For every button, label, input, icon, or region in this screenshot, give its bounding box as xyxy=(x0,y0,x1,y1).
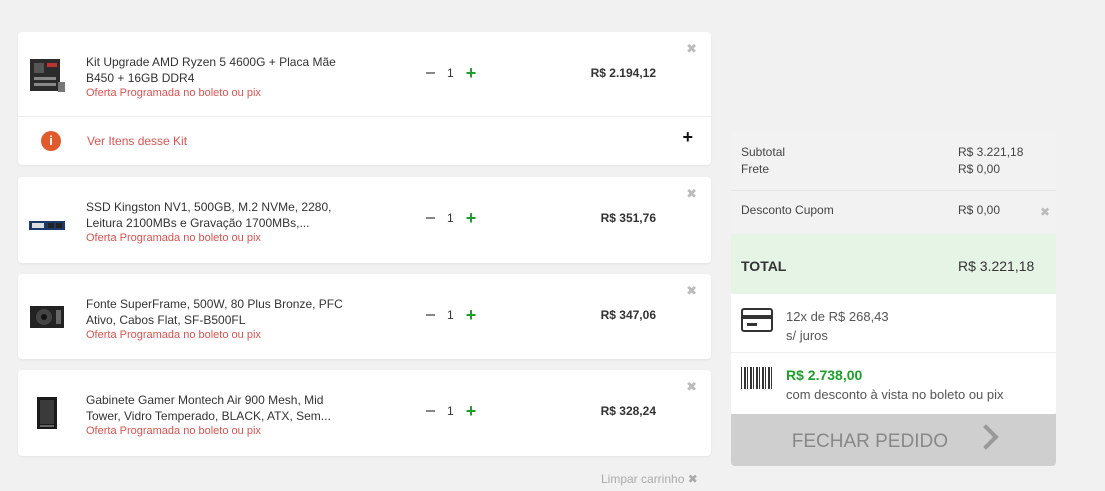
subtotal-label: Subtotal xyxy=(741,145,786,159)
subtotal-section: Subtotal R$ 3.221,18 Frete R$ 0,00 xyxy=(731,132,1056,191)
frete-value: R$ 0,00 xyxy=(958,162,1001,176)
barcode-icon xyxy=(741,367,773,389)
cart-item-card-kit: Kit Upgrade AMD Ryzen 5 4600G + Placa Mã… xyxy=(18,32,711,165)
remove-item-button[interactable]: ✖ xyxy=(686,41,697,57)
item-price: R$ 351,76 xyxy=(600,211,656,225)
quantity-value: 1 xyxy=(447,308,454,322)
item-price: R$ 328,24 xyxy=(600,404,656,418)
clear-cart-icon: ✖ xyxy=(687,472,698,486)
coupon-section: Desconto Cupom R$ 0,00 ✖ xyxy=(731,191,1056,234)
installments-line: 12x de R$ 268,43 xyxy=(786,309,889,324)
pc-case-icon xyxy=(37,397,57,429)
item-name[interactable]: Gabinete Gamer Montech Air 900 Mesh, Mid… xyxy=(86,392,356,424)
installments-option: 12x de R$ 268,43 s/ juros xyxy=(731,294,1056,353)
pix-price: R$ 2.738,00 xyxy=(786,367,863,383)
increase-quantity-button[interactable]: + xyxy=(466,306,477,324)
increase-quantity-button[interactable]: + xyxy=(466,402,477,420)
checkout-button[interactable]: FECHAR PEDIDO xyxy=(731,414,1056,466)
cart-item-card: SSD Kingston NV1, 500GB, M.2 NVMe, 2280,… xyxy=(18,177,711,263)
clear-cart-link[interactable]: Limpar carrinho ✖ xyxy=(601,472,698,486)
cart-item-row: SSD Kingston NV1, 500GB, M.2 NVMe, 2280,… xyxy=(18,177,711,261)
kit-items-row[interactable]: i Ver Itens desse Kit + xyxy=(18,116,711,167)
view-kit-items-link[interactable]: Ver Itens desse Kit xyxy=(87,134,187,148)
frete-label: Frete xyxy=(741,162,770,176)
decrease-quantity-button[interactable] xyxy=(426,410,435,412)
cart-item-card: Fonte SuperFrame, 500W, 80 Plus Bronze, … xyxy=(18,274,711,359)
quantity-stepper: 1 + xyxy=(426,209,477,227)
pix-option: R$ 2.738,00 com desconto à vista no bole… xyxy=(731,353,1056,415)
item-offer-note: Oferta Programada no boleto ou pix xyxy=(86,232,261,244)
item-offer-note: Oferta Programada no boleto ou pix xyxy=(86,329,261,341)
order-summary: Subtotal R$ 3.221,18 Frete R$ 0,00 Desco… xyxy=(731,132,1056,415)
cart-item-row: Kit Upgrade AMD Ryzen 5 4600G + Placa Mã… xyxy=(18,32,711,116)
ssd-icon xyxy=(29,221,65,230)
coupon-label: Desconto Cupom xyxy=(741,203,834,217)
increase-quantity-button[interactable]: + xyxy=(466,209,477,227)
cart-item-card: Gabinete Gamer Montech Air 900 Mesh, Mid… xyxy=(18,370,711,456)
remove-item-button[interactable]: ✖ xyxy=(686,379,697,395)
decrease-quantity-button[interactable] xyxy=(426,72,435,74)
quantity-stepper: 1 + xyxy=(426,64,477,82)
clear-cart-label: Limpar carrinho xyxy=(601,472,685,486)
item-name[interactable]: SSD Kingston NV1, 500GB, M.2 NVMe, 2280,… xyxy=(86,199,356,231)
increase-quantity-button[interactable]: + xyxy=(466,64,477,82)
credit-card-icon xyxy=(741,308,773,332)
quantity-value: 1 xyxy=(447,211,454,225)
cart-item-row: Gabinete Gamer Montech Air 900 Mesh, Mid… xyxy=(18,370,711,454)
decrease-quantity-button[interactable] xyxy=(426,314,435,316)
item-name[interactable]: Kit Upgrade AMD Ryzen 5 4600G + Placa Mã… xyxy=(86,54,356,86)
coupon-value: R$ 0,00 xyxy=(958,203,1001,217)
quantity-stepper: 1 + xyxy=(426,306,477,324)
cart-item-row: Fonte SuperFrame, 500W, 80 Plus Bronze, … xyxy=(18,274,711,358)
decrease-quantity-button[interactable] xyxy=(426,217,435,219)
pix-text: R$ 2.738,00 com desconto à vista no bole… xyxy=(786,366,1004,404)
item-price: R$ 2.194,12 xyxy=(590,66,656,80)
quantity-stepper: 1 + xyxy=(426,402,477,420)
checkout-label: FECHAR PEDIDO xyxy=(791,431,948,452)
pix-note: com desconto à vista no boleto ou pix xyxy=(786,387,1004,402)
chevron-right-icon xyxy=(973,424,999,450)
quantity-value: 1 xyxy=(447,404,454,418)
remove-item-button[interactable]: ✖ xyxy=(686,186,697,202)
remove-item-button[interactable]: ✖ xyxy=(686,283,697,299)
total-section: TOTAL R$ 3.221,18 xyxy=(731,234,1056,294)
total-label: TOTAL xyxy=(741,258,787,274)
quantity-value: 1 xyxy=(447,66,454,80)
motherboard-icon xyxy=(30,59,65,92)
total-value: R$ 3.221,18 xyxy=(958,258,1035,274)
installments-text: 12x de R$ 268,43 s/ juros xyxy=(786,307,889,345)
subtotal-value: R$ 3.221,18 xyxy=(958,145,1024,159)
remove-coupon-button[interactable]: ✖ xyxy=(1040,205,1050,219)
item-offer-note: Oferta Programada no boleto ou pix xyxy=(86,87,261,99)
item-price: R$ 347,06 xyxy=(600,308,656,322)
power-supply-icon xyxy=(30,306,64,328)
info-icon: i xyxy=(41,131,61,151)
installments-note: s/ juros xyxy=(786,328,828,343)
expand-kit-plus-icon[interactable]: + xyxy=(682,127,693,148)
item-name[interactable]: Fonte SuperFrame, 500W, 80 Plus Bronze, … xyxy=(86,296,356,328)
item-offer-note: Oferta Programada no boleto ou pix xyxy=(86,425,261,437)
